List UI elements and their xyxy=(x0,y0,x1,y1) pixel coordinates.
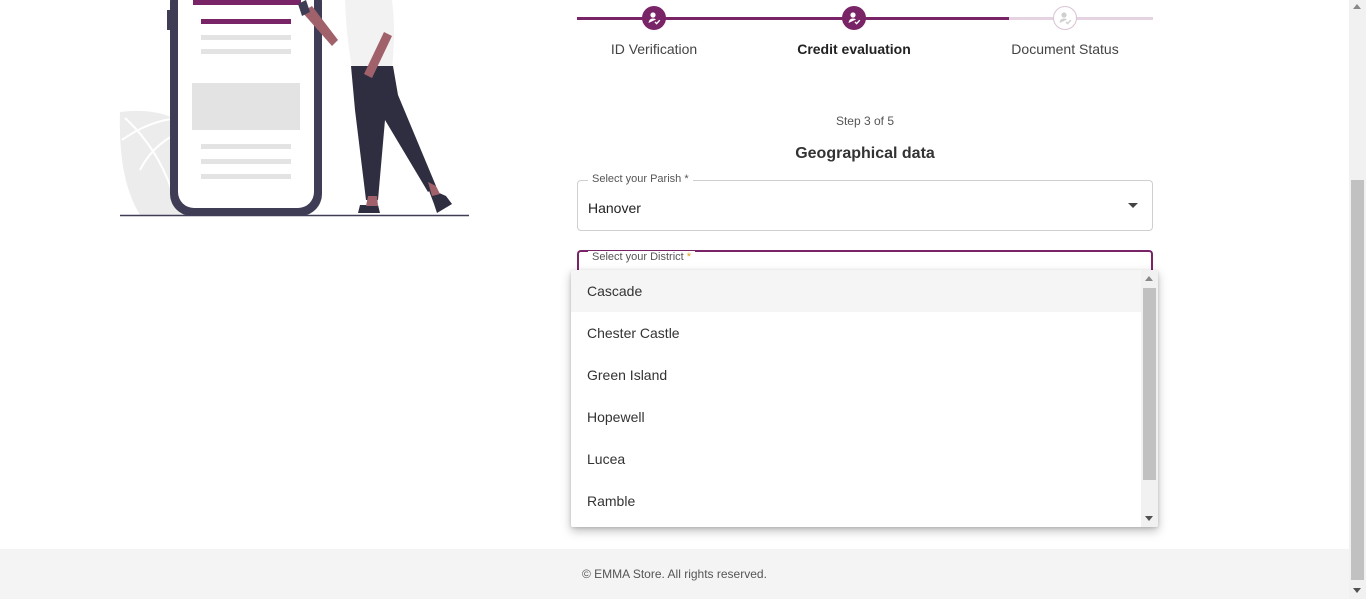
dropdown-scrollbar[interactable] xyxy=(1141,270,1158,527)
user-check-icon xyxy=(648,12,661,25)
step-label-credit-evaluation: Credit evaluation xyxy=(797,41,911,57)
phone-illustration xyxy=(167,0,322,216)
district-option[interactable]: Green Island xyxy=(571,354,1141,396)
progress-stepper: ID Verification Credit evaluation Docume… xyxy=(577,0,1153,70)
district-option[interactable]: Chester Castle xyxy=(571,312,1141,354)
step-3-node[interactable] xyxy=(1053,6,1077,30)
user-check-icon xyxy=(1059,12,1072,25)
scroll-down-arrow-icon[interactable] xyxy=(1353,588,1361,593)
step-counter: Step 3 of 5 xyxy=(835,114,895,128)
parish-value: Hanover xyxy=(588,200,641,216)
district-dropdown-menu[interactable]: Cascade Chester Castle Green Island Hope… xyxy=(571,270,1158,527)
district-option[interactable]: Cascade xyxy=(571,270,1141,312)
page-scroll-thumb[interactable] xyxy=(1351,180,1364,580)
page-scrollbar[interactable] xyxy=(1349,0,1366,599)
parish-select[interactable]: Select your Parish * Hanover xyxy=(577,173,1153,231)
step-1-node[interactable] xyxy=(642,6,666,30)
stepper-remaining-line xyxy=(1009,17,1153,20)
district-option[interactable]: Hopewell xyxy=(571,396,1141,438)
section-title: Geographical data xyxy=(795,145,935,162)
step-label-id-verification: ID Verification xyxy=(610,41,698,57)
step-2-node[interactable] xyxy=(842,6,866,30)
step-label-document-status: Document Status xyxy=(1011,41,1119,57)
dropdown-scroll-thumb[interactable] xyxy=(1143,288,1156,480)
scroll-down-arrow-icon[interactable] xyxy=(1145,516,1153,521)
district-label: Select your District * xyxy=(588,251,696,263)
parish-label: Select your Parish * xyxy=(588,173,693,185)
hero-illustration xyxy=(119,0,469,217)
user-check-icon xyxy=(848,12,861,25)
copyright-text: © EMMA Store. All rights reserved. xyxy=(582,567,767,581)
page-footer: © EMMA Store. All rights reserved. xyxy=(0,549,1349,599)
district-option[interactable]: Ramble xyxy=(571,480,1141,522)
scroll-up-arrow-icon[interactable] xyxy=(1353,4,1361,9)
district-option[interactable]: Lucea xyxy=(571,438,1141,480)
chevron-down-icon xyxy=(1128,203,1138,208)
scroll-up-arrow-icon[interactable] xyxy=(1145,276,1153,281)
